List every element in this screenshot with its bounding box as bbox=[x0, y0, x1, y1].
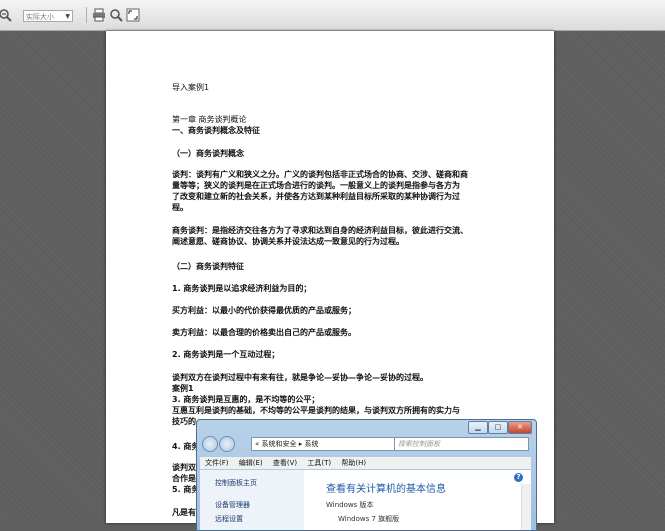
help-icon[interactable]: ? bbox=[514, 473, 523, 482]
sidebar-item-device-manager[interactable]: 设备管理器 bbox=[215, 500, 250, 510]
pdf-toolbar: 实际大小 ▼ bbox=[0, 0, 665, 31]
document-line: （二）商务谈判特征 bbox=[172, 262, 244, 271]
address-bar[interactable]: « 系统和安全 ▸ 系统 bbox=[251, 437, 396, 451]
zoom-out-icon[interactable] bbox=[0, 8, 12, 22]
document-line: 量等等；狭义的谈判是在正式场合进行的谈判。一般意义上的谈判是指参与各方为 bbox=[172, 181, 460, 190]
document-line: 导入案例1 bbox=[172, 83, 210, 92]
print-icon[interactable] bbox=[92, 8, 106, 22]
document-line: 谈判：谈判有广义和狭义之分。广义的谈判包括非正式场合的协商、交涉、磋商和商 bbox=[172, 170, 468, 179]
scrollbar[interactable] bbox=[521, 484, 531, 530]
sidebar-item-home[interactable]: 控制面板主页 bbox=[215, 478, 257, 488]
document-line: 商务谈判：是指经济交往各方为了寻求和达到自身的经济利益目标，彼此进行交流、 bbox=[172, 226, 468, 235]
toolbar-divider bbox=[86, 7, 87, 23]
document-line: 互惠互利是谈判的基础，不均等的公平是谈判的结果，与谈判双方所拥有的实力与 bbox=[172, 406, 460, 415]
document-line: 阐述意愿、磋商协议、协调关系并设法达成一致意见的行为过程。 bbox=[172, 237, 404, 246]
document-line: 程。 bbox=[172, 203, 188, 212]
chevron-down-icon: ▼ bbox=[65, 13, 70, 20]
section-heading: Windows 版本 bbox=[326, 501, 374, 509]
zoom-select-value: 实际大小 bbox=[26, 13, 54, 21]
search-input[interactable]: 搜索控制面板 bbox=[394, 437, 529, 451]
document-line: 买方利益：以最小的代价获得最优质的产品或服务； bbox=[172, 306, 356, 315]
menu-edit[interactable]: 编辑(E) bbox=[239, 459, 263, 467]
document-line: 3. 商务谈判是互惠的，是不均等的公平； bbox=[172, 395, 320, 404]
document-line: 2. 商务谈判是一个互动过程； bbox=[172, 350, 280, 359]
forward-button[interactable] bbox=[219, 436, 235, 452]
menu-file[interactable]: 文件(F) bbox=[205, 459, 229, 467]
page-title: 查看有关计算机的基本信息 bbox=[326, 484, 446, 495]
document-line: 谈判双 bbox=[172, 463, 196, 472]
document-line: （一）商务谈判概念 bbox=[172, 149, 244, 158]
menu-bar: 文件(F) 编辑(E) 查看(V) 工具(T) 帮助(H) bbox=[200, 457, 531, 469]
document-line: 1. 商务谈判是以追求经济利益为目的； bbox=[172, 284, 312, 293]
window-content: 控制面板主页 设备管理器 远程设置 查看有关计算机的基本信息 Windows 版… bbox=[200, 470, 531, 530]
document-line: 案例1 bbox=[172, 384, 194, 393]
menu-view[interactable]: 查看(V) bbox=[273, 459, 297, 467]
document-line: 一、商务谈判概念及特征 bbox=[172, 126, 260, 135]
sidebar: 控制面板主页 设备管理器 远程设置 bbox=[200, 470, 304, 530]
close-button[interactable]: ✕ bbox=[508, 421, 532, 434]
document-line: 了改变和建立新的社会关系，并使各方达到某种利益目标所采取的某种协调行为过 bbox=[172, 192, 460, 201]
back-button[interactable] bbox=[202, 436, 218, 452]
menu-help[interactable]: 帮助(H) bbox=[341, 459, 366, 467]
fullscreen-icon[interactable] bbox=[126, 8, 140, 22]
document-line: 合作是 bbox=[172, 474, 196, 483]
maximize-button[interactable]: □ bbox=[488, 421, 508, 434]
document-line: 第一章 商务谈判概论 bbox=[172, 115, 247, 124]
minimize-button[interactable]: ▁ bbox=[468, 421, 488, 434]
document-line: 凡是有 bbox=[172, 508, 196, 517]
document-line: 技巧的 bbox=[172, 417, 196, 426]
zoom-select[interactable]: 实际大小 ▼ bbox=[23, 10, 73, 22]
search-icon[interactable] bbox=[109, 8, 123, 22]
system-properties-window[interactable]: ▁ □ ✕ « 系统和安全 ▸ 系统 搜索控制面板 文件(F) 编辑(E) 查看… bbox=[196, 419, 537, 531]
document-line: 谈判双方在谈判过程中有来有往，就是争论—妥协—争论—妥协的过程。 bbox=[172, 373, 428, 382]
menu-tools[interactable]: 工具(T) bbox=[307, 459, 331, 467]
document-line: 卖方利益：以最合理的价格卖出自己的产品或服务。 bbox=[172, 328, 356, 337]
